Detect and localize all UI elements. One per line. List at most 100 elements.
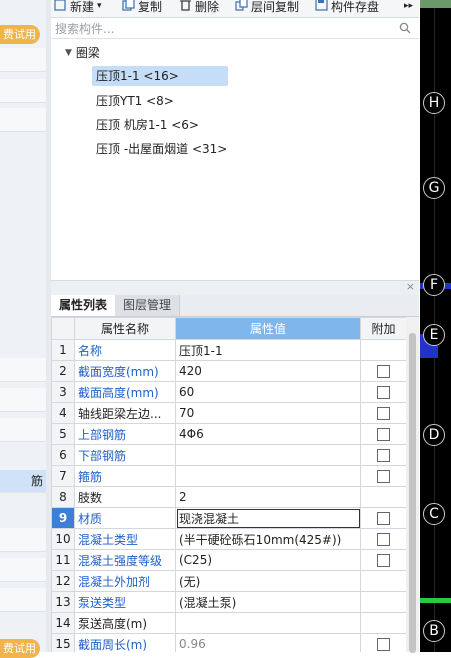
property-row[interactable]: 1 名称 压顶1-1 bbox=[51, 339, 406, 361]
extra-checkbox[interactable] bbox=[377, 365, 390, 378]
extra-cell bbox=[360, 486, 406, 508]
extra-checkbox[interactable] bbox=[377, 428, 390, 441]
panel-divider[interactable]: × bbox=[51, 280, 419, 295]
tree-root-ring-beam[interactable]: ▼ 圈梁 bbox=[65, 44, 100, 61]
property-row[interactable]: 2 截面宽度(mm) 420 bbox=[51, 360, 406, 382]
extra-cell bbox=[360, 402, 406, 424]
extra-checkbox[interactable] bbox=[377, 638, 390, 651]
search-icon[interactable] bbox=[399, 22, 411, 34]
property-name: 泵送高度(m) bbox=[74, 612, 176, 634]
property-row[interactable]: 9 材质 现浇混凝土 bbox=[51, 507, 406, 529]
property-value[interactable]: 压顶1-1 bbox=[175, 339, 361, 361]
property-row[interactable]: 7 箍筋 bbox=[51, 465, 406, 487]
trial-badge[interactable]: 费试用 bbox=[0, 639, 40, 658]
axis-marker[interactable]: H bbox=[423, 92, 445, 114]
property-value[interactable] bbox=[175, 465, 361, 487]
property-value[interactable]: 60 bbox=[175, 381, 361, 403]
property-row[interactable]: 11 混凝土强度等级 (C25) bbox=[51, 549, 406, 571]
new-icon bbox=[54, 0, 67, 14]
property-value[interactable]: (C25) bbox=[175, 549, 361, 571]
property-value[interactable]: 现浇混凝土 bbox=[175, 507, 361, 529]
property-value[interactable] bbox=[175, 612, 361, 634]
left-list-item[interactable] bbox=[0, 558, 46, 582]
tree-item[interactable]: 压顶 -出屋面烟道 <31> bbox=[92, 139, 231, 159]
collapse-triangle-icon[interactable]: ▼ bbox=[65, 48, 72, 58]
search-input[interactable] bbox=[53, 20, 397, 37]
row-number: 4 bbox=[51, 402, 75, 424]
floor-copy-label: 层间复制 bbox=[251, 0, 300, 14]
axis-marker[interactable]: C bbox=[423, 503, 445, 525]
property-value[interactable]: 70 bbox=[175, 402, 361, 424]
close-panel-icon[interactable]: × bbox=[406, 280, 415, 293]
property-value[interactable]: 4Φ6 bbox=[175, 423, 361, 445]
left-list-item[interactable] bbox=[0, 108, 46, 132]
property-name: 轴线距梁左边... bbox=[74, 402, 176, 424]
property-row[interactable]: 10 混凝土类型 (半干硬砼砾石10mm(425#)) bbox=[51, 528, 406, 550]
left-list-item[interactable] bbox=[0, 358, 46, 382]
extra-cell bbox=[360, 381, 406, 403]
property-value[interactable]: (无) bbox=[175, 570, 361, 592]
tree-item[interactable]: 压顶YT1 <8> bbox=[92, 91, 178, 111]
delete-label: 删除 bbox=[195, 0, 220, 14]
floor-copy-button[interactable]: 层间复制 bbox=[235, 0, 299, 15]
extra-checkbox[interactable] bbox=[377, 512, 390, 525]
left-list-item[interactable] bbox=[0, 388, 46, 412]
extra-checkbox[interactable] bbox=[377, 533, 390, 546]
left-list-item[interactable] bbox=[0, 588, 46, 612]
property-value[interactable]: 2 bbox=[175, 486, 361, 508]
copy-button[interactable]: 复制 bbox=[122, 0, 162, 15]
left-list-item[interactable] bbox=[0, 48, 46, 72]
tree-item-selected[interactable]: 压顶1-1 <16> bbox=[92, 66, 228, 86]
left-list-item-selected[interactable]: 筋 bbox=[0, 470, 46, 493]
extra-checkbox[interactable] bbox=[377, 554, 390, 567]
extra-checkbox[interactable] bbox=[377, 449, 390, 462]
left-list-item[interactable] bbox=[0, 79, 46, 103]
property-value[interactable]: (半干硬砼砾石10mm(425#)) bbox=[175, 528, 361, 550]
tab-layer-management[interactable]: 图层管理 bbox=[115, 295, 181, 316]
axis-marker[interactable]: D bbox=[423, 424, 445, 446]
left-list-item[interactable] bbox=[0, 528, 46, 552]
extra-checkbox[interactable] bbox=[377, 470, 390, 483]
axis-marker[interactable]: B bbox=[423, 620, 445, 642]
axis-marker[interactable]: G bbox=[423, 177, 445, 199]
property-scrollbar[interactable] bbox=[406, 317, 419, 653]
property-row[interactable]: 3 截面高度(mm) 60 bbox=[51, 381, 406, 403]
property-row[interactable]: 14 泵送高度(m) bbox=[51, 612, 406, 634]
extra-cell bbox=[360, 633, 406, 652]
save-label: 构件存盘 bbox=[331, 0, 380, 14]
extra-cell bbox=[360, 528, 406, 550]
new-button[interactable]: 新建 ▾ bbox=[54, 0, 102, 15]
property-value[interactable]: 0.96 bbox=[175, 633, 361, 652]
tab-property-list[interactable]: 属性列表 bbox=[51, 295, 117, 316]
trial-badge[interactable]: 费试用 bbox=[0, 25, 40, 44]
property-name: 混凝土外加剂 bbox=[74, 570, 176, 592]
row-number: 12 bbox=[51, 570, 75, 592]
delete-button[interactable]: 删除 bbox=[179, 0, 219, 15]
property-value[interactable]: 420 bbox=[175, 360, 361, 382]
property-row[interactable]: 15 截面周长(m) 0.96 bbox=[51, 633, 406, 652]
property-row[interactable]: 12 混凝土外加剂 (无) bbox=[51, 570, 406, 592]
extra-checkbox[interactable] bbox=[377, 407, 390, 420]
left-list-item[interactable] bbox=[0, 418, 46, 442]
extra-checkbox[interactable] bbox=[377, 386, 390, 399]
toolbar-overflow-icon[interactable]: ▸▸ bbox=[404, 0, 413, 15]
tree-item[interactable]: 压顶 机房1-1 <6> bbox=[92, 115, 203, 135]
header-num bbox=[51, 317, 75, 340]
property-row[interactable]: 6 下部钢筋 bbox=[51, 444, 406, 466]
property-row[interactable]: 8 肢数 2 bbox=[51, 486, 406, 508]
property-name: 肢数 bbox=[74, 486, 176, 508]
copy-icon bbox=[122, 0, 135, 14]
property-row[interactable]: 13 泵送类型 (混凝土泵) bbox=[51, 591, 406, 613]
property-value[interactable] bbox=[175, 444, 361, 466]
property-value[interactable]: (混凝土泵) bbox=[175, 591, 361, 613]
property-row[interactable]: 5 上部钢筋 4Φ6 bbox=[51, 423, 406, 445]
component-search bbox=[51, 18, 419, 39]
drawing-canvas[interactable]: H G F E D C B bbox=[420, 0, 451, 652]
axis-marker[interactable]: F bbox=[423, 274, 445, 296]
scrollbar-thumb[interactable] bbox=[409, 333, 416, 653]
axis-marker[interactable]: E bbox=[423, 324, 445, 346]
save-component-button[interactable]: 构件存盘 bbox=[315, 0, 379, 15]
chevron-down-icon: ▾ bbox=[97, 1, 102, 11]
property-grid: 属性名称 属性值 附加 1 名称 压顶1-1 2 截面宽度(mm) 420 3 截面高度(mm… bbox=[51, 317, 406, 652]
property-row[interactable]: 4 轴线距梁左边... 70 bbox=[51, 402, 406, 424]
